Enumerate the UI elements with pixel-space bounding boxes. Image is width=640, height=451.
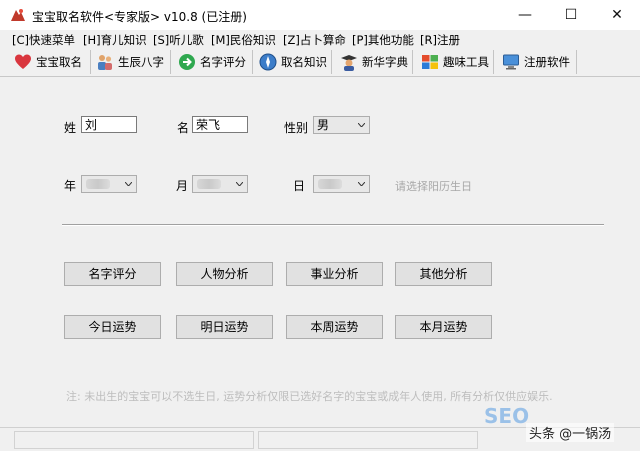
menu-other[interactable]: [P]其他功能 xyxy=(352,32,414,48)
name-score-button[interactable]: 名字评分 xyxy=(64,262,161,286)
blurred-year-value xyxy=(86,179,110,189)
window-title: 宝宝取名软件<专家版> v10.8 (已注册) xyxy=(32,10,247,24)
name-label: 名 xyxy=(177,121,190,135)
gender-label: 性别 xyxy=(284,121,309,135)
monitor-icon xyxy=(503,54,519,70)
compass-icon xyxy=(259,53,277,71)
menu-register[interactable]: [R]注册 xyxy=(420,32,460,48)
menu-folk[interactable]: [M]民俗知识 xyxy=(211,32,276,48)
toolbar-name-score-button[interactable]: 名字评分 xyxy=(178,50,253,74)
year-select[interactable] xyxy=(81,175,137,193)
surname-label: 姓 xyxy=(64,121,77,135)
title-bar[interactable]: 宝宝取名软件<专家版> v10.8 (已注册) — ☐ ✕ xyxy=(0,0,640,30)
character-analysis-button[interactable]: 人物分析 xyxy=(176,262,273,286)
windows-icon xyxy=(422,55,438,69)
career-analysis-button[interactable]: 事业分析 xyxy=(286,262,383,286)
section-divider xyxy=(62,224,604,226)
heart-icon xyxy=(15,54,31,69)
toolbar-label: 名字评分 xyxy=(200,55,246,69)
gender-select[interactable]: 男 xyxy=(313,116,370,134)
name-input[interactable] xyxy=(192,116,248,133)
toolbar-label: 取名知识 xyxy=(281,55,327,69)
maximize-button[interactable]: ☐ xyxy=(548,0,594,30)
month-fortune-button[interactable]: 本月运势 xyxy=(395,315,492,339)
toolbar-dictionary-button[interactable]: 新华字典 xyxy=(340,50,413,74)
week-fortune-button[interactable]: 本周运势 xyxy=(286,315,383,339)
toolbar-register-button[interactable]: 注册软件 xyxy=(502,50,577,74)
other-analysis-button[interactable]: 其他分析 xyxy=(395,262,492,286)
status-cell xyxy=(14,431,254,449)
close-button[interactable]: ✕ xyxy=(594,0,640,30)
tomorrow-fortune-button[interactable]: 明日运势 xyxy=(176,315,273,339)
month-label: 月 xyxy=(176,179,189,193)
app-logo-icon xyxy=(11,9,25,21)
blurred-month-value xyxy=(197,179,221,189)
status-cell xyxy=(258,431,478,449)
day-select[interactable] xyxy=(313,175,370,193)
gender-value: 男 xyxy=(317,118,330,132)
seo-watermark: SEO xyxy=(484,404,530,428)
blurred-day-value xyxy=(318,179,342,189)
people-icon xyxy=(98,55,112,70)
app-window: 宝宝取名软件<专家版> v10.8 (已注册) — ☐ ✕ [C]快速菜单 [H… xyxy=(0,0,640,451)
chevron-down-icon xyxy=(125,182,132,186)
toolbar: 宝宝取名 生辰八字 名字评分 取名知识 新华字典 趣味工具 注册软件 xyxy=(0,48,640,77)
toolbar-fun-tools-button[interactable]: 趣味工具 xyxy=(421,50,494,74)
menu-quick[interactable]: [C]快速菜单 xyxy=(12,32,75,48)
author-watermark: 头条 @一锅汤 xyxy=(526,423,615,442)
menu-songs[interactable]: [S]听儿歌 xyxy=(153,32,204,48)
toolbar-label: 宝宝取名 xyxy=(36,55,82,69)
toolbar-baby-naming-button[interactable]: 宝宝取名 xyxy=(14,50,91,74)
year-label: 年 xyxy=(64,179,77,193)
toolbar-birth-chart-button[interactable]: 生辰八字 xyxy=(96,50,171,74)
menu-divination[interactable]: [Z]占卜算命 xyxy=(283,32,346,48)
month-select[interactable] xyxy=(192,175,248,193)
date-hint: 请选择阳历生日 xyxy=(395,180,472,193)
arrow-right-icon xyxy=(179,54,195,70)
chevron-down-icon xyxy=(358,182,365,186)
footnote: 注: 未出生的宝宝可以不选生日, 运势分析仅限已选好名字的宝宝或成年人使用, 所… xyxy=(66,390,553,403)
menu-parenting[interactable]: [H]育儿知识 xyxy=(83,32,147,48)
day-label: 日 xyxy=(293,179,306,193)
toolbar-label: 新华字典 xyxy=(362,55,408,69)
chevron-down-icon xyxy=(358,123,365,127)
today-fortune-button[interactable]: 今日运势 xyxy=(64,315,161,339)
toolbar-label: 趣味工具 xyxy=(443,55,489,69)
minimize-button[interactable]: — xyxy=(502,0,548,30)
toolbar-naming-knowledge-button[interactable]: 取名知识 xyxy=(259,50,332,74)
chevron-down-icon xyxy=(236,182,243,186)
menu-bar: [C]快速菜单 [H]育儿知识 [S]听儿歌 [M]民俗知识 [Z]占卜算命 [… xyxy=(0,30,640,48)
main-panel: 姓 名 性别 男 年 月 日 请选择阳历生日 名字评分 人物分析 事业分析 其他… xyxy=(0,77,640,427)
surname-input[interactable] xyxy=(81,116,137,133)
graduate-icon xyxy=(341,55,357,71)
toolbar-label: 生辰八字 xyxy=(118,55,164,69)
toolbar-label: 注册软件 xyxy=(524,55,570,69)
